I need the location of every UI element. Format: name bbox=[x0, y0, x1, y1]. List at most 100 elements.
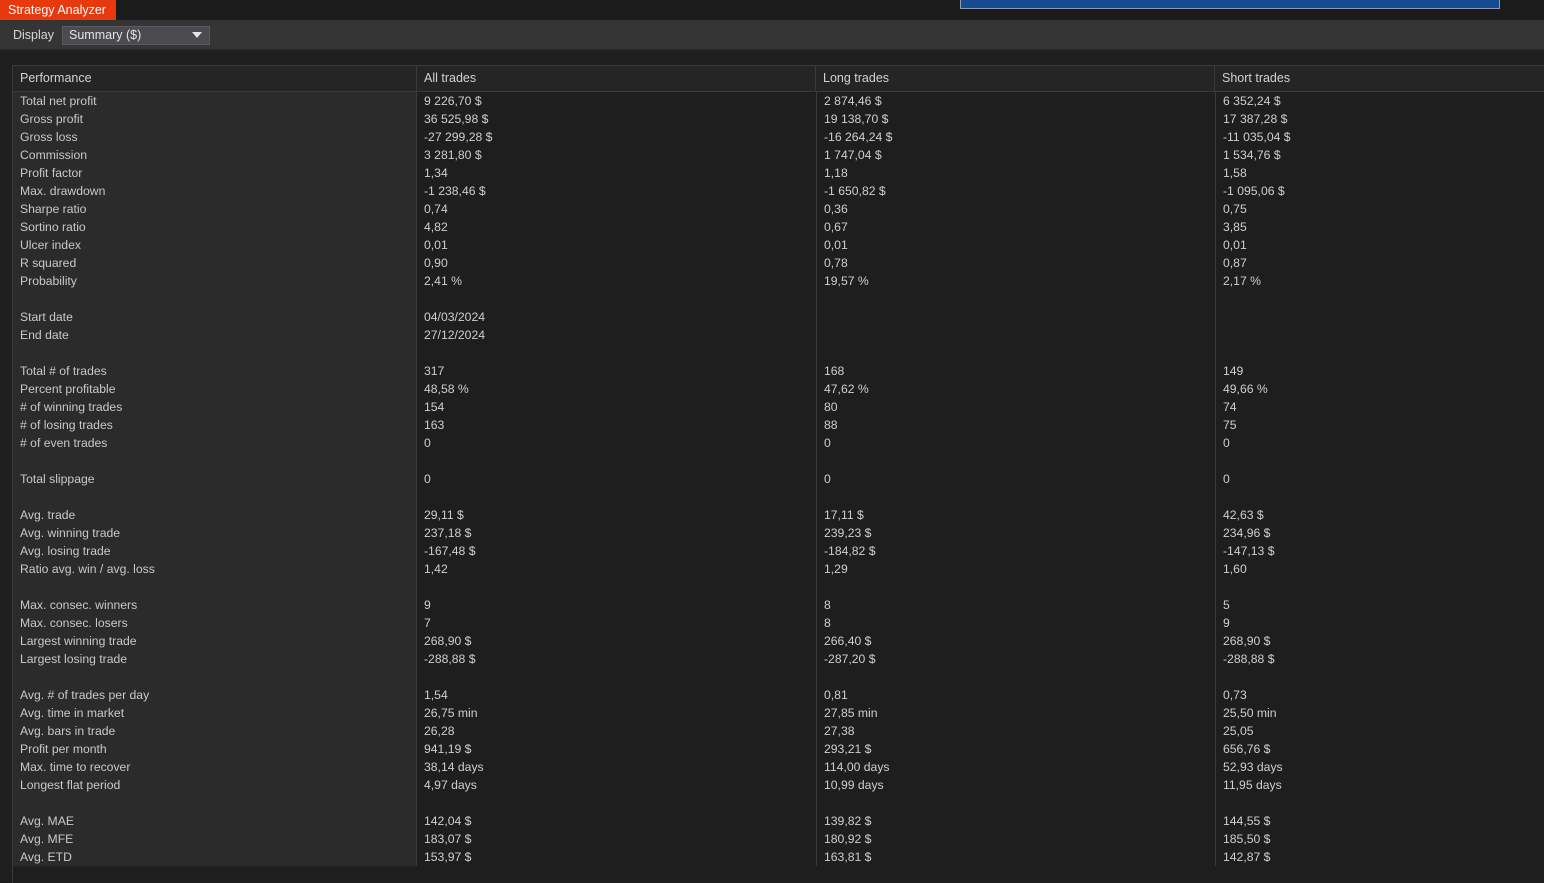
table-row[interactable]: Sortino ratio 4,82 0,67 3,85 bbox=[13, 218, 1544, 236]
all-trades-value: 4,82 bbox=[417, 218, 816, 236]
table-row[interactable]: Longest flat period 4,97 days 10,99 days 11… bbox=[13, 776, 1544, 794]
all-trades-value bbox=[417, 452, 816, 470]
long-trades-value: 0,78 bbox=[816, 254, 1215, 272]
short-trades-value: 185,50 $ bbox=[1215, 830, 1544, 848]
metric-label bbox=[13, 344, 417, 362]
table-row[interactable]: Probability 2,41 % 19,57 % 2,17 % bbox=[13, 272, 1544, 290]
short-trades-value bbox=[1215, 326, 1544, 344]
table-row[interactable]: Avg. MFE 183,07 $180,92 $185,50 $ bbox=[13, 830, 1544, 848]
long-trades-value: 239,23 $ bbox=[816, 524, 1215, 542]
table-row[interactable]: Avg. ETD 153,97 $163,81 $142,87 $ bbox=[13, 848, 1544, 866]
table-row[interactable]: Total net profit 9 226,70 $2 874,46 $6 35… bbox=[13, 92, 1544, 110]
short-trades-value: 0,87 bbox=[1215, 254, 1544, 272]
all-trades-value bbox=[417, 488, 816, 506]
all-trades-value: 142,04 $ bbox=[417, 812, 816, 830]
all-trades-value: 0 bbox=[417, 470, 816, 488]
all-trades-value: 317 bbox=[417, 362, 816, 380]
window-topbar: Strategy Analyzer bbox=[0, 0, 1544, 20]
table-row[interactable]: Avg. winning trade 237,18 $239,23 $234,96… bbox=[13, 524, 1544, 542]
short-trades-value: 234,96 $ bbox=[1215, 524, 1544, 542]
metric-label: Total net profit bbox=[13, 92, 417, 110]
table-row[interactable]: Max. time to recover 38,14 days 114,00 day… bbox=[13, 758, 1544, 776]
table-row[interactable]: Sharpe ratio 0,74 0,36 0,75 bbox=[13, 200, 1544, 218]
table-row[interactable]: Profit factor 1,34 1,18 1,58 bbox=[13, 164, 1544, 182]
short-trades-value: 25,05 bbox=[1215, 722, 1544, 740]
all-trades-value: 36 525,98 $ bbox=[417, 110, 816, 128]
tab-strategy-analyzer[interactable]: Strategy Analyzer bbox=[0, 0, 116, 20]
table-row[interactable]: Largest winning trade 268,90 $266,40 $268… bbox=[13, 632, 1544, 650]
metric-label: Avg. MFE bbox=[13, 830, 417, 848]
column-header-short-trades[interactable]: Short trades bbox=[1215, 66, 1544, 91]
table-spacer-row bbox=[13, 344, 1544, 362]
table-spacer-row bbox=[13, 794, 1544, 812]
long-trades-value: 2 874,46 $ bbox=[816, 92, 1215, 110]
table-row[interactable]: Max. consec. winners 9 8 5 bbox=[13, 596, 1544, 614]
metric-label: Longest flat period bbox=[13, 776, 417, 794]
column-header-performance[interactable]: Performance bbox=[13, 66, 417, 91]
table-row[interactable]: Percent profitable 48,58 % 47,62 % 49,66 % bbox=[13, 380, 1544, 398]
table-row[interactable]: Gross profit 36 525,98 $19 138,70 $17 387… bbox=[13, 110, 1544, 128]
long-trades-value: -16 264,24 $ bbox=[816, 128, 1215, 146]
display-label: Display bbox=[13, 28, 54, 42]
table-row[interactable]: Avg. bars in trade 26,28 27,38 25,05 bbox=[13, 722, 1544, 740]
table-row[interactable]: Avg. losing trade -167,48 $ -184,82 $ -147,… bbox=[13, 542, 1544, 560]
table-row[interactable]: Max. consec. losers 7 8 9 bbox=[13, 614, 1544, 632]
metric-label: Commission bbox=[13, 146, 417, 164]
metric-label: Ratio avg. win / avg. loss bbox=[13, 560, 417, 578]
all-trades-value: 941,19 $ bbox=[417, 740, 816, 758]
table-row[interactable]: Avg. trade 29,11 $17,11 $42,63 $ bbox=[13, 506, 1544, 524]
short-trades-value: 25,50 min bbox=[1215, 704, 1544, 722]
short-trades-value bbox=[1215, 344, 1544, 362]
table-row[interactable]: Avg. # of trades per day 1,54 0,81 0,73 bbox=[13, 686, 1544, 704]
table-row[interactable]: Start date 04/03/2024 bbox=[13, 308, 1544, 326]
metric-label: Total slippage bbox=[13, 470, 417, 488]
table-row[interactable]: Gross loss -27 299,28 $ -16 264,24 $ -11 03… bbox=[13, 128, 1544, 146]
table-row[interactable]: Profit per month 941,19 $293,21 $656,76 $ bbox=[13, 740, 1544, 758]
blue-highlight-bar[interactable] bbox=[960, 0, 1500, 9]
metric-label: End date bbox=[13, 326, 417, 344]
table-row[interactable]: # of winning trades 154 80 74 bbox=[13, 398, 1544, 416]
long-trades-value: 1 747,04 $ bbox=[816, 146, 1215, 164]
all-trades-value: 163 bbox=[417, 416, 816, 434]
table-row[interactable]: Avg. MAE 142,04 $139,82 $144,55 $ bbox=[13, 812, 1544, 830]
long-trades-value: 19,57 % bbox=[816, 272, 1215, 290]
table-spacer-row bbox=[13, 578, 1544, 596]
table-row[interactable]: Ratio avg. win / avg. loss 1,42 1,29 1,60 bbox=[13, 560, 1544, 578]
all-trades-value: 0 bbox=[417, 434, 816, 452]
table-row[interactable]: Largest losing trade -288,88 $ -287,20 $ -2… bbox=[13, 650, 1544, 668]
table-row[interactable]: Commission 3 281,80 $1 747,04 $1 534,76 $ bbox=[13, 146, 1544, 164]
table-row[interactable]: # of even trades 0 0 0 bbox=[13, 434, 1544, 452]
all-trades-value: 2,41 % bbox=[417, 272, 816, 290]
metric-label bbox=[13, 452, 417, 470]
all-trades-value bbox=[417, 794, 816, 812]
all-trades-value: 268,90 $ bbox=[417, 632, 816, 650]
table-row[interactable]: R squared 0,90 0,78 0,87 bbox=[13, 254, 1544, 272]
table-row[interactable]: # of losing trades 163 88 75 bbox=[13, 416, 1544, 434]
all-trades-value: 1,42 bbox=[417, 560, 816, 578]
short-trades-value: 268,90 $ bbox=[1215, 632, 1544, 650]
long-trades-value: 47,62 % bbox=[816, 380, 1215, 398]
all-trades-value: 7 bbox=[417, 614, 816, 632]
short-trades-value: 9 bbox=[1215, 614, 1544, 632]
all-trades-value: 1,34 bbox=[417, 164, 816, 182]
column-header-long-trades[interactable]: Long trades bbox=[816, 66, 1215, 91]
metric-label bbox=[13, 488, 417, 506]
table-row[interactable]: Total # of trades 317 168 149 bbox=[13, 362, 1544, 380]
table-row[interactable]: End date 27/12/2024 bbox=[13, 326, 1544, 344]
table-row[interactable]: Avg. time in market 26,75 min 27,85 min 25,… bbox=[13, 704, 1544, 722]
long-trades-value: 1,18 bbox=[816, 164, 1215, 182]
long-trades-value: 27,38 bbox=[816, 722, 1215, 740]
long-trades-value: 0,01 bbox=[816, 236, 1215, 254]
long-trades-value: -1 650,82 $ bbox=[816, 182, 1215, 200]
short-trades-value bbox=[1215, 794, 1544, 812]
display-select-value: Summary ($) bbox=[69, 28, 142, 42]
table-row[interactable]: Ulcer index 0,01 0,01 0,01 bbox=[13, 236, 1544, 254]
column-header-all-trades[interactable]: All trades bbox=[417, 66, 816, 91]
table-row[interactable]: Max. drawdown -1 238,46 $ -1 650,82 $ -1 09… bbox=[13, 182, 1544, 200]
short-trades-value: 142,87 $ bbox=[1215, 848, 1544, 866]
metric-label: Max. drawdown bbox=[13, 182, 417, 200]
table-row[interactable]: Total slippage 0 0 0 bbox=[13, 470, 1544, 488]
all-trades-value: -288,88 $ bbox=[417, 650, 816, 668]
metric-label: Avg. bars in trade bbox=[13, 722, 417, 740]
display-select[interactable]: Summary ($) bbox=[62, 25, 210, 45]
